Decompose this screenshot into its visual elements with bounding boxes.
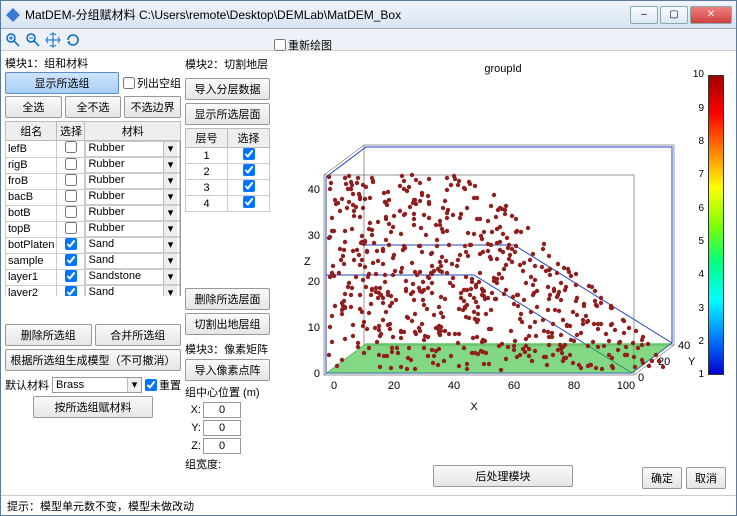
default-material-dropdown[interactable]: Brass ▾ [52,377,142,393]
dropdown-arrow-icon[interactable]: ▾ [163,270,177,284]
group-center-label: 组中心位置 (m) [185,384,270,400]
table-row[interactable]: 4 [186,196,270,212]
center-y-input[interactable] [203,420,241,436]
window-title: MatDEM-分组赋材料 C:\Users\remote\Desktop\DEM… [25,6,630,23]
table-row[interactable]: bacBRubber▾ [6,189,181,205]
redraw-checkbox[interactable]: 重新绘图 [274,37,332,53]
svg-text:20: 20 [388,380,400,392]
delete-selected-groups-button[interactable]: 删除所选组 [5,324,92,346]
dropdown-arrow-icon[interactable]: ▾ [163,158,177,172]
col-name: 组名 [6,122,57,141]
col-select: 选择 [57,122,85,141]
table-row[interactable]: botPlatenSand▾ [6,237,181,253]
svg-text:80: 80 [568,380,580,392]
col-layer-select: 选择 [228,129,270,148]
pan-icon[interactable] [45,32,61,48]
group-width-label: 组宽度: [185,456,270,472]
table-row[interactable]: 3 [186,180,270,196]
table-row[interactable]: botBRubber▾ [6,205,181,221]
window-titlebar: MatDEM-分组赋材料 C:\Users\remote\Desktop\DEM… [1,1,736,29]
minimize-button[interactable]: – [630,6,658,24]
status-bar: 提示：模型单元数不变，模型未做改动 [1,495,736,515]
select-none-button[interactable]: 全不选 [65,96,122,118]
zoom-out-icon[interactable] [25,32,41,48]
col-layer-index: 层号 [186,129,228,148]
svg-text:60: 60 [508,380,520,392]
cut-layer-groups-button[interactable]: 切割出地层组 [185,313,270,335]
svg-text:40: 40 [308,184,320,196]
rotate-icon[interactable] [65,32,81,48]
colorbar-min: 1 [698,369,704,380]
center-z-input[interactable] [203,438,241,454]
close-button[interactable]: ✕ [690,6,732,24]
list-empty-checkbox[interactable]: 列出空组 [123,75,181,91]
generate-model-button[interactable]: 根据所选组生成模型（不可撤消） [5,349,181,371]
y-axis-label: Y [688,356,696,368]
merge-selected-groups-button[interactable]: 合并所选组 [95,324,182,346]
colorbar-max: 10 [693,69,704,80]
dropdown-arrow-icon[interactable]: ▾ [163,254,177,268]
layer-table[interactable]: 层号 选择 1234 [185,128,270,212]
deselect-boundary-button[interactable]: 不选边界 [124,96,181,118]
plot-3d-svg: 0 10 20 30 40 0 20 40 60 80 100 0 20 40 X Y Z [274,55,704,435]
module2-panel: 模块2：切割地层 导入分层数据 显示所选层面 层号 选择 1234 删除所选层面… [185,55,270,491]
reset-checkbox[interactable]: 重置 [145,377,181,393]
svg-text:0: 0 [638,372,644,384]
group-table[interactable]: 组名 选择 材料 lefBRubber▾rigBRubber▾froBRubbe… [5,121,181,296]
dropdown-arrow-icon[interactable]: ▾ [163,286,177,296]
table-row[interactable]: 1 [186,148,270,164]
ok-button[interactable]: 确定 [642,467,682,489]
z-axis-label: Z [304,256,311,268]
maximize-button[interactable]: ▢ [660,6,688,24]
import-layer-data-button[interactable]: 导入分层数据 [185,78,270,100]
default-material-label: 默认材料 [5,377,49,393]
table-row[interactable]: lefBRubber▾ [6,141,181,158]
table-row[interactable]: 2 [186,164,270,180]
center-x-input[interactable] [203,402,241,418]
table-row[interactable]: layer1Sandstone▾ [6,269,181,285]
show-selected-layers-button[interactable]: 显示所选层面 [185,103,270,125]
svg-text:40: 40 [678,340,690,352]
svg-text:10: 10 [308,322,320,334]
dropdown-arrow-icon[interactable]: ▾ [163,222,177,236]
show-selected-groups-button[interactable]: 显示所选组 [5,72,119,94]
select-all-button[interactable]: 全选 [5,96,62,118]
import-pixel-matrix-button[interactable]: 导入像素点阵 [185,359,270,381]
module2-header: 模块2：切割地层 [185,56,268,72]
plot-panel: 重新绘图 groupId [274,55,732,491]
table-row[interactable]: froBRubber▾ [6,173,181,189]
apply-material-button[interactable]: 按所选组赋材料 [33,396,153,418]
svg-text:30: 30 [308,230,320,242]
svg-text:40: 40 [448,380,460,392]
module1-header: 模块1：组和材料 [5,55,181,71]
svg-text:0: 0 [314,368,320,380]
toolbar [1,29,736,51]
plot-3d[interactable]: groupId [274,55,732,455]
post-process-button[interactable]: 后处理模块 [433,465,573,487]
delete-selected-layers-button[interactable]: 删除所选层面 [185,288,270,310]
table-row[interactable]: layer2Sand▾ [6,285,181,296]
svg-text:20: 20 [308,276,320,288]
app-icon [5,7,21,23]
col-material: 材料 [85,122,181,141]
module3-header: 模块3：像素矩阵 [185,341,270,357]
svg-text:100: 100 [617,380,635,392]
dropdown-arrow-icon: ▾ [127,378,141,392]
svg-text:20: 20 [658,356,670,368]
svg-text:0: 0 [331,380,337,392]
table-row[interactable]: topBRubber▾ [6,221,181,237]
module1-panel: 模块1：组和材料 显示所选组 列出空组 全选 全不选 不选边界 组名 选择 材料… [5,55,181,491]
dropdown-arrow-icon[interactable]: ▾ [163,174,177,188]
zoom-in-icon[interactable] [5,32,21,48]
table-row[interactable]: rigBRubber▾ [6,157,181,173]
colorbar [708,75,724,375]
dropdown-arrow-icon[interactable]: ▾ [163,206,177,220]
dropdown-arrow-icon[interactable]: ▾ [163,142,177,156]
table-row[interactable]: sampleSand▾ [6,253,181,269]
dropdown-arrow-icon[interactable]: ▾ [163,238,177,252]
cancel-button[interactable]: 取消 [686,467,726,489]
x-axis-label: X [470,401,478,413]
dropdown-arrow-icon[interactable]: ▾ [163,190,177,204]
